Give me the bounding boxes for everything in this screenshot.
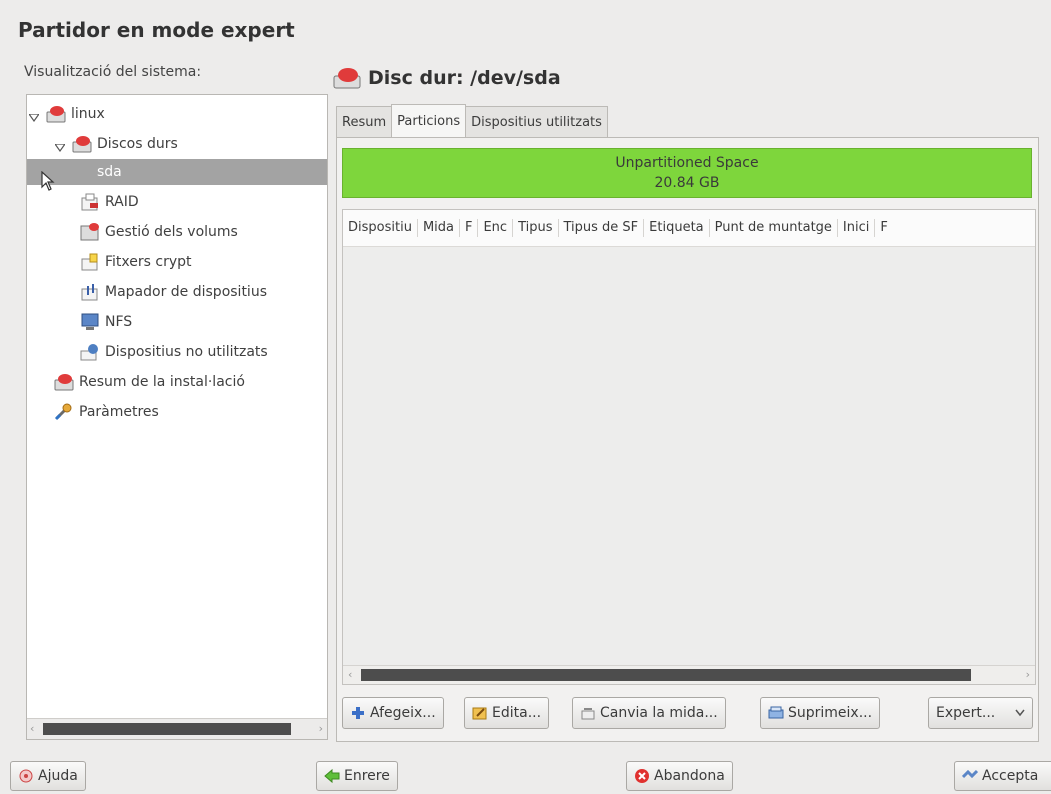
tree-item-volume-management[interactable]: Gestió dels volums (79, 217, 238, 247)
add-label: Afegeix... (370, 705, 436, 721)
tree-item-sda[interactable]: sda (27, 159, 327, 185)
column-header[interactable]: Etiqueta (644, 219, 710, 237)
edit-button[interactable]: Edita... (464, 697, 550, 729)
column-header[interactable]: Mida (418, 219, 460, 237)
tab-partitions[interactable]: Particions (391, 104, 467, 138)
expand-triangle-icon[interactable] (27, 110, 41, 123)
tree-item-label: linux (71, 106, 105, 122)
volume-management-icon (79, 222, 101, 242)
mouse-cursor-icon (41, 170, 55, 195)
back-button[interactable]: Enrere (316, 761, 398, 791)
tree-item-raid[interactable]: RAID (79, 187, 139, 217)
unpartitioned-space-bar[interactable]: Unpartitioned Space 20.84 GB (342, 148, 1032, 198)
back-label: Enrere (344, 768, 390, 784)
nfs-icon (79, 312, 101, 332)
delete-label: Suprimeix... (788, 705, 873, 721)
window-title: Partidor en mode expert (18, 18, 295, 42)
accept-label: Accepta (982, 768, 1039, 784)
scroll-left-arrow-icon[interactable]: ‹ (30, 722, 34, 735)
device-mapper-icon (79, 282, 101, 302)
add-icon (350, 705, 366, 721)
system-view-tree[interactable]: linux Discos durs sda RAID Gestió dels v… (26, 94, 328, 740)
tree-item-linux[interactable]: linux (27, 99, 105, 129)
abort-icon (634, 768, 650, 784)
tree-item-label: Dispositius no utilitzats (105, 344, 268, 360)
expand-triangle-icon[interactable] (53, 140, 67, 153)
column-header[interactable]: Tipus (513, 219, 559, 237)
unpartitioned-size: 20.84 GB (654, 175, 720, 191)
add-button[interactable]: Afegeix... (342, 697, 444, 729)
partition-table[interactable]: Dispositiu Mida F Enc Tipus Tipus de SF … (342, 209, 1036, 685)
unpartitioned-label: Unpartitioned Space (615, 155, 759, 171)
scroll-right-arrow-icon[interactable]: › (319, 722, 323, 735)
chevron-down-icon (1015, 705, 1025, 721)
tab-used-devices[interactable]: Dispositius utilitzats (465, 106, 608, 138)
delete-button[interactable]: Suprimeix... (760, 697, 881, 729)
scroll-right-arrow-icon[interactable]: › (1026, 668, 1030, 681)
tree-item-label: Discos durs (97, 136, 178, 152)
hard-disk-icon (71, 134, 93, 154)
hard-disk-icon (45, 104, 67, 124)
settings-icon (53, 402, 75, 422)
tree-item-label: Paràmetres (79, 404, 159, 420)
crypt-file-icon (79, 252, 101, 272)
delete-icon (768, 705, 784, 721)
resize-label: Canvia la mida... (600, 705, 718, 721)
tree-item-nfs[interactable]: NFS (79, 307, 132, 337)
abort-button[interactable]: Abandona (626, 761, 733, 791)
tree-item-label: RAID (105, 194, 139, 210)
tree-item-label: NFS (105, 314, 133, 330)
tab-summary[interactable]: Resum (336, 106, 393, 138)
column-header[interactable]: Enc (478, 219, 514, 237)
raid-icon (79, 192, 101, 212)
tree-horizontal-scrollbar[interactable]: ‹ › (27, 718, 327, 739)
tree-item-crypt-files[interactable]: Fitxers crypt (79, 247, 192, 277)
help-label: Ajuda (38, 768, 78, 784)
resize-button[interactable]: Canvia la mida... (572, 697, 726, 729)
tree-item-label: Gestió dels volums (105, 224, 238, 240)
disk-header: Disc dur: /dev/sda (332, 66, 561, 90)
resize-icon (580, 705, 596, 721)
disk-title: Disc dur: /dev/sda (368, 67, 561, 89)
tree-item-label: Mapador de dispositius (105, 284, 267, 300)
column-header[interactable]: F (460, 219, 479, 237)
partitions-panel: Unpartitioned Space 20.84 GB Dispositiu … (336, 137, 1039, 742)
table-header: Dispositiu Mida F Enc Tipus Tipus de SF … (343, 210, 1035, 247)
tree-item-settings[interactable]: Paràmetres (53, 397, 159, 427)
abort-label: Abandona (654, 768, 725, 784)
unused-devices-icon (79, 342, 101, 362)
tree-item-unused-devices[interactable]: Dispositius no utilitzats (79, 337, 268, 367)
column-header[interactable]: F (875, 219, 892, 237)
expert-dropdown[interactable]: Expert... (928, 697, 1033, 729)
scrollbar-thumb[interactable] (361, 669, 971, 681)
back-arrow-icon (324, 768, 340, 784)
column-header[interactable]: Punt de muntatge (710, 219, 838, 237)
help-button[interactable]: Ajuda (10, 761, 86, 791)
hard-disk-icon (332, 66, 362, 90)
tree-item-label: Resum de la instal·lació (79, 374, 245, 390)
edit-label: Edita... (492, 705, 542, 721)
edit-icon (472, 705, 488, 721)
table-horizontal-scrollbar[interactable]: ‹ › (343, 665, 1035, 684)
tab-bar: Resum Particions Dispositius utilitzats (336, 104, 608, 138)
scroll-left-arrow-icon[interactable]: ‹ (348, 668, 352, 681)
accept-button[interactable]: Accepta (954, 761, 1051, 791)
expert-label: Expert... (936, 705, 996, 721)
hard-disk-icon (53, 372, 75, 392)
scrollbar-thumb[interactable] (43, 723, 291, 735)
tree-label: Visualització del sistema: (24, 64, 202, 80)
tree-item-hard-disks[interactable]: Discos durs (53, 129, 178, 159)
tree-item-installation-summary[interactable]: Resum de la instal·lació (53, 367, 245, 397)
tree-item-device-mapper[interactable]: Mapador de dispositius (79, 277, 267, 307)
column-header[interactable]: Inici (838, 219, 876, 237)
tree-item-label: Fitxers crypt (105, 254, 192, 270)
help-icon (18, 768, 34, 784)
column-header[interactable]: Tipus de SF (559, 219, 645, 237)
accept-icon (961, 768, 979, 784)
column-header[interactable]: Dispositiu (343, 219, 418, 237)
tree-item-label: sda (97, 164, 122, 180)
